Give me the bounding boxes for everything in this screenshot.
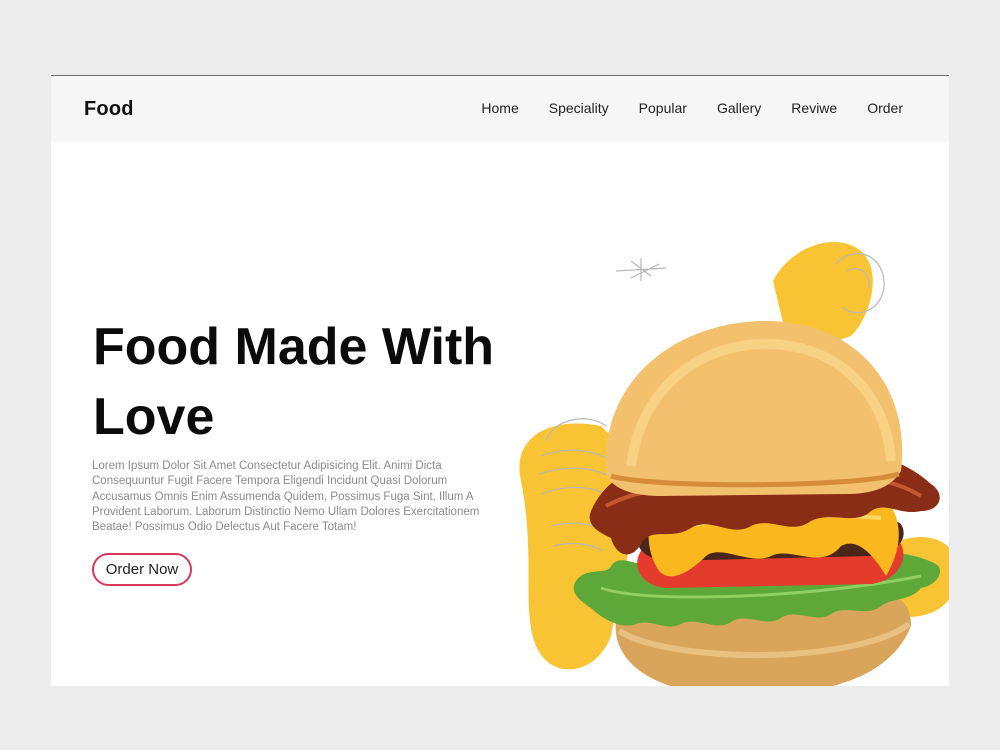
- hero-title-line-1: Food Made With: [93, 318, 495, 376]
- nav-link-speciality[interactable]: Speciality: [549, 100, 609, 116]
- navbar: Food Home Speciality Popular Gallery Rev…: [51, 76, 949, 142]
- nav-link-order[interactable]: Order: [867, 100, 903, 116]
- hero-title-line-2: Love: [93, 388, 215, 446]
- nav-menu: Home Speciality Popular Gallery Reviwe O…: [481, 100, 903, 116]
- order-now-button[interactable]: Order Now: [92, 553, 192, 586]
- nav-link-home[interactable]: Home: [481, 100, 518, 116]
- page-frame: Food Home Speciality Popular Gallery Rev…: [51, 75, 949, 686]
- nav-link-review[interactable]: Reviwe: [791, 100, 837, 116]
- burger-illustration: [519, 242, 949, 686]
- nav-link-gallery[interactable]: Gallery: [717, 100, 761, 116]
- hero-title: Food Made With Love: [93, 312, 513, 452]
- nav-link-popular[interactable]: Popular: [639, 100, 687, 116]
- burger-image: [573, 321, 941, 686]
- brand-logo[interactable]: Food: [84, 98, 134, 121]
- hero-description: Lorem Ipsum Dolor Sit Amet Consectetur A…: [92, 460, 480, 534]
